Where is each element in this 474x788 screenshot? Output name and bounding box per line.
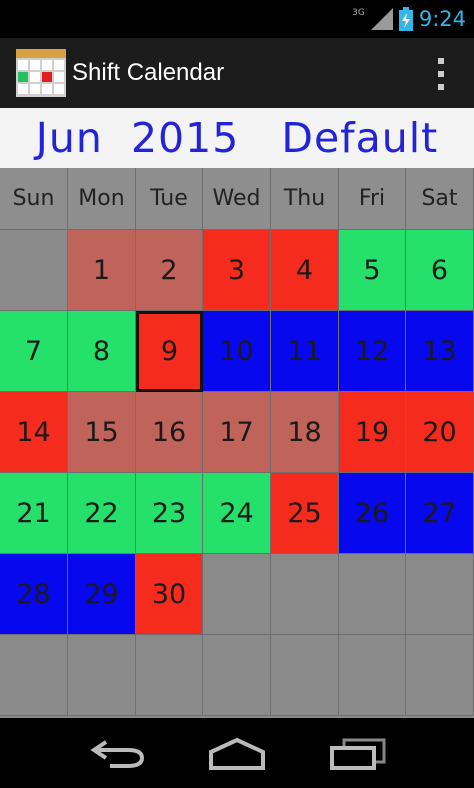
weekday-label: Sat — [406, 168, 474, 230]
day-cell-today[interactable]: 9 — [136, 311, 203, 392]
day-cell[interactable]: 28 — [0, 554, 68, 635]
day-cell[interactable]: 22 — [68, 473, 136, 554]
day-cell[interactable]: 30 — [136, 554, 203, 635]
app-title: Shift Calendar — [72, 59, 225, 86]
home-icon[interactable] — [207, 736, 267, 770]
day-cell[interactable]: 4 — [271, 230, 339, 311]
day-cell[interactable]: 24 — [203, 473, 271, 554]
empty-day-cell — [406, 635, 474, 716]
empty-day-cell — [136, 635, 203, 716]
empty-day-cell — [0, 635, 68, 716]
day-cell[interactable]: 12 — [339, 311, 406, 392]
weekday-label: Thu — [271, 168, 339, 230]
calendar-app-icon — [16, 49, 66, 97]
empty-day-cell — [339, 635, 406, 716]
profile-label: Default — [281, 114, 439, 162]
year-label: 2015 — [130, 114, 240, 162]
action-bar: Shift Calendar — [0, 38, 474, 108]
day-cell[interactable]: 29 — [68, 554, 136, 635]
empty-day-cell — [271, 554, 339, 635]
month-header[interactable]: Jun 2015 Default — [0, 108, 474, 168]
empty-day-cell — [271, 635, 339, 716]
day-cell[interactable]: 2 — [136, 230, 203, 311]
empty-day-cell — [339, 554, 406, 635]
weekday-label: Wed — [203, 168, 271, 230]
empty-day-cell — [203, 635, 271, 716]
weekday-label: Tue — [136, 168, 203, 230]
day-cell[interactable]: 16 — [136, 392, 203, 473]
weekday-label: Fri — [339, 168, 406, 230]
day-cell[interactable]: 25 — [271, 473, 339, 554]
day-cell[interactable]: 10 — [203, 311, 271, 392]
day-cell[interactable]: 7 — [0, 311, 68, 392]
navigation-bar — [0, 718, 474, 788]
weekday-label: Sun — [0, 168, 68, 230]
day-cell[interactable]: 19 — [339, 392, 406, 473]
empty-day-cell — [68, 635, 136, 716]
status-bar: 3G 9:24 — [0, 0, 474, 38]
day-cell[interactable]: 15 — [68, 392, 136, 473]
day-cell[interactable]: 5 — [339, 230, 406, 311]
recent-apps-icon[interactable] — [328, 736, 388, 770]
day-cell[interactable]: 6 — [406, 230, 474, 311]
day-cell[interactable]: 8 — [68, 311, 136, 392]
overflow-menu-icon[interactable] — [434, 54, 448, 94]
day-cell[interactable]: 13 — [406, 311, 474, 392]
day-cell[interactable]: 11 — [271, 311, 339, 392]
day-cell[interactable]: 17 — [203, 392, 271, 473]
signal-icon — [370, 8, 393, 30]
day-cell[interactable]: 14 — [0, 392, 68, 473]
back-icon[interactable] — [88, 736, 148, 770]
empty-day-cell — [203, 554, 271, 635]
clock: 9:24 — [418, 7, 466, 31]
calendar-grid: Sun Mon Tue Wed Thu Fri Sat 1 2 3 4 5 6 7 8 9 10 11 12 13 1… — [0, 168, 474, 718]
empty-day-cell — [406, 554, 474, 635]
day-cell[interactable]: 27 — [406, 473, 474, 554]
weekday-header-row: Sun Mon Tue Wed Thu Fri Sat — [0, 168, 474, 230]
weekday-label: Mon — [68, 168, 136, 230]
day-cell[interactable]: 21 — [0, 473, 68, 554]
day-cell[interactable]: 3 — [203, 230, 271, 311]
day-cell[interactable]: 1 — [68, 230, 136, 311]
day-cell[interactable]: 18 — [271, 392, 339, 473]
empty-day-cell — [0, 230, 68, 311]
day-cell[interactable]: 26 — [339, 473, 406, 554]
day-cell[interactable]: 23 — [136, 473, 203, 554]
network-type-label: 3G — [352, 8, 365, 18]
battery-icon — [398, 7, 413, 31]
day-cell[interactable]: 20 — [406, 392, 474, 473]
month-label: Jun — [35, 114, 103, 162]
